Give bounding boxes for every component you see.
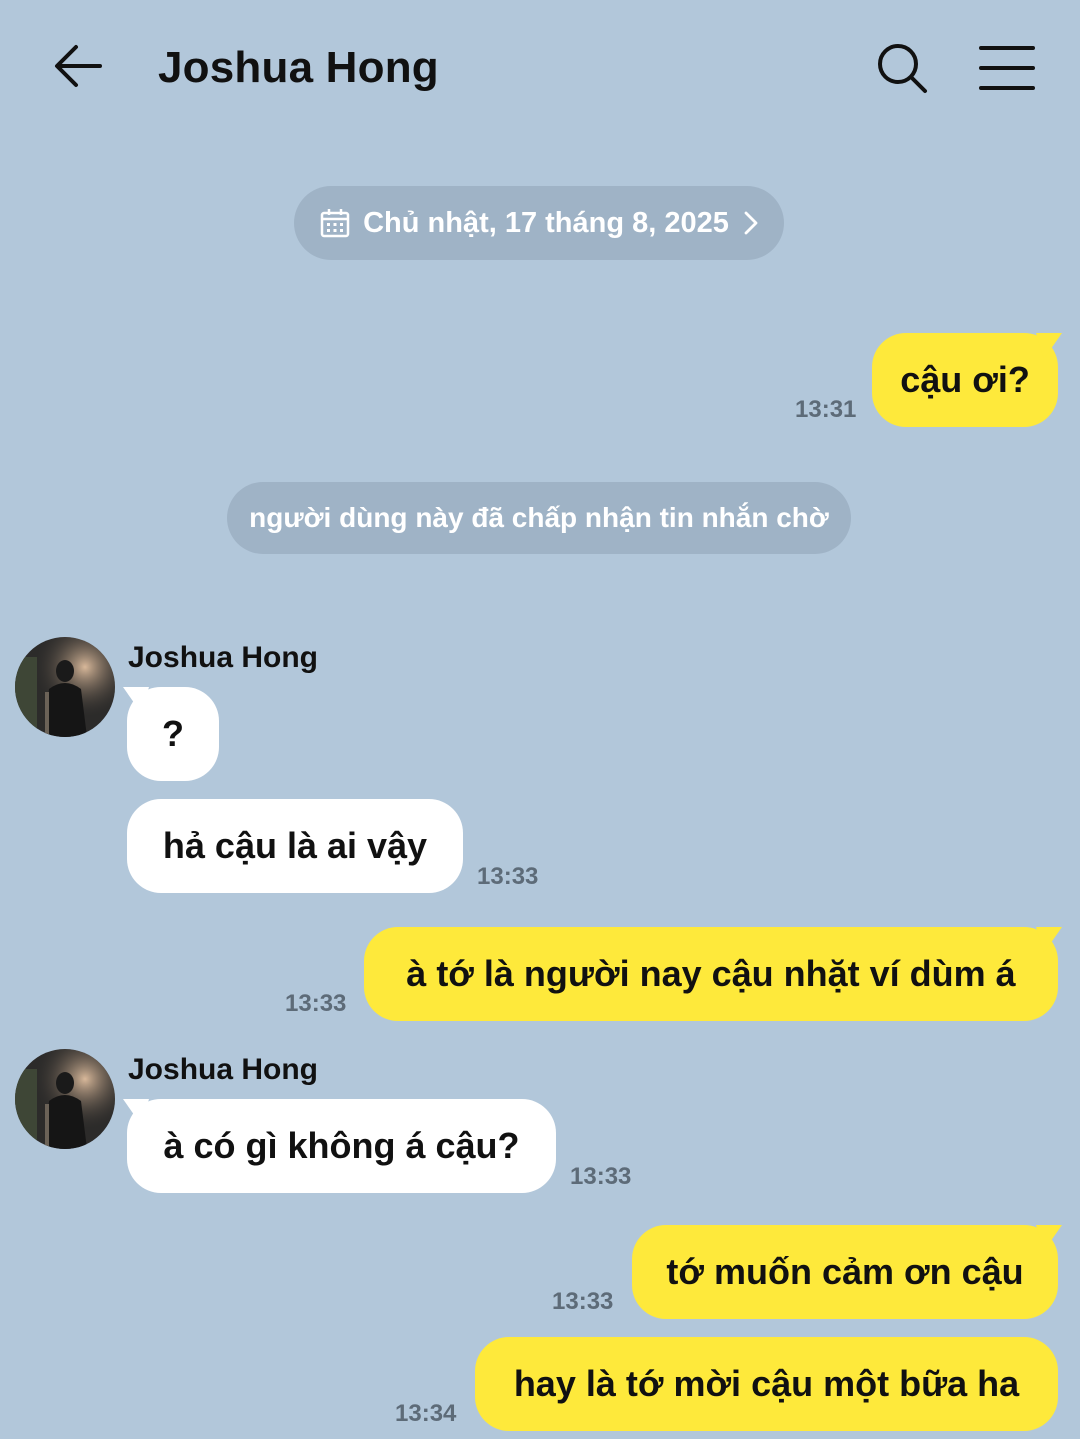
avatar[interactable] <box>15 637 115 737</box>
avatar[interactable] <box>15 1049 115 1149</box>
back-arrow-icon <box>55 45 102 87</box>
calendar-icon <box>319 207 351 239</box>
incoming-message[interactable]: ? <box>127 687 219 781</box>
back-button[interactable] <box>48 36 108 96</box>
chat-header: Joshua Hong <box>0 0 1080 135</box>
menu-button[interactable] <box>976 38 1038 98</box>
message-time: 13:33 <box>552 1288 614 1315</box>
chat-title: Joshua Hong <box>158 43 439 92</box>
sender-name: Joshua Hong <box>128 641 319 674</box>
search-button[interactable] <box>872 38 932 98</box>
outgoing-message[interactable]: cậu ơi? <box>872 333 1058 427</box>
outgoing-message[interactable]: tớ muốn cảm ơn cậu <box>632 1225 1058 1319</box>
sender-name: Joshua Hong <box>128 1053 319 1086</box>
message-time: 13:33 <box>477 863 539 890</box>
message-time: 13:33 <box>570 1163 632 1190</box>
message-time: 13:33 <box>285 990 347 1017</box>
incoming-message[interactable]: à có gì không á cậu? <box>127 1099 556 1193</box>
incoming-message[interactable]: hả cậu là ai vậy <box>127 799 463 893</box>
hamburger-menu-icon <box>979 46 1035 90</box>
search-icon <box>878 44 927 93</box>
date-divider-label: Chủ nhật, 17 tháng 8, 2025 <box>363 206 729 239</box>
message-time: 13:34 <box>395 1400 457 1427</box>
message-time: 13:31 <box>795 396 857 423</box>
chevron-right-icon <box>743 210 759 236</box>
outgoing-message[interactable]: hay là tớ mời cậu một bữa ha <box>475 1337 1058 1431</box>
date-divider[interactable]: Chủ nhật, 17 tháng 8, 2025 <box>294 186 784 260</box>
outgoing-message[interactable]: à tớ là người nay cậu nhặt ví dùm á <box>364 927 1058 1021</box>
system-notice: người dùng này đã chấp nhận tin nhắn chờ <box>227 482 851 554</box>
